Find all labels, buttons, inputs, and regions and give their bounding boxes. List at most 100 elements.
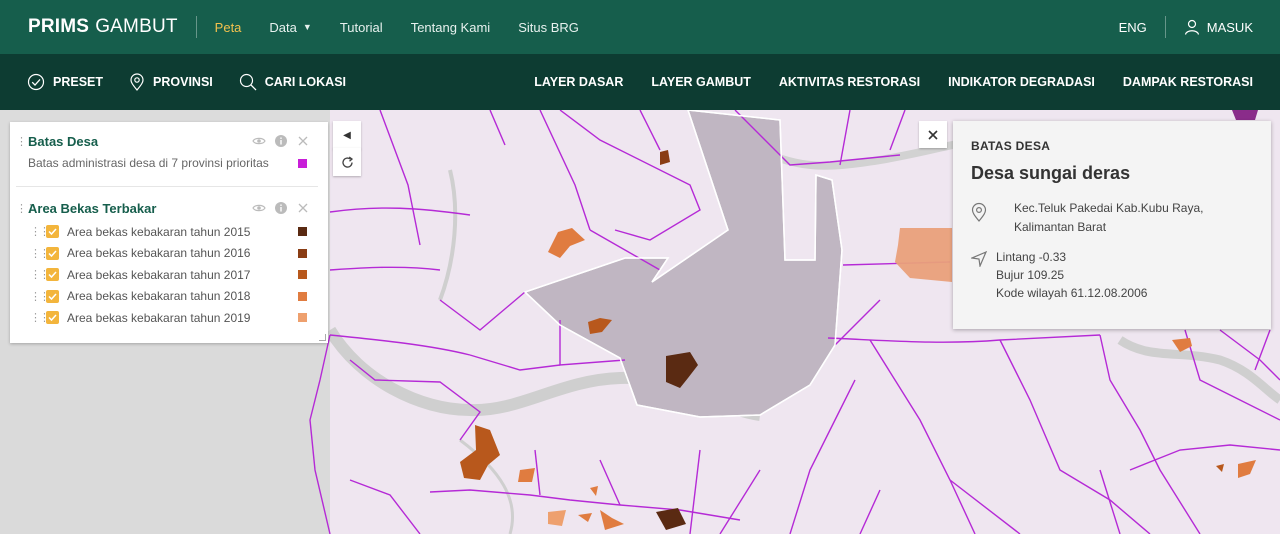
checkmark-icon	[48, 271, 57, 279]
navigation-arrow-icon	[969, 249, 996, 301]
legend-item-2019: ⋮⋮ Area bekas kebakaran tahun 2019	[30, 307, 318, 329]
checkbox-2016[interactable]	[46, 246, 59, 260]
checkbox-2015[interactable]	[46, 225, 59, 239]
search-icon	[239, 73, 257, 91]
language-toggle[interactable]: ENG	[1119, 20, 1147, 35]
close-info-button[interactable]	[919, 121, 947, 148]
legend-group-batas-desa: ⋮⋮ Batas Desa Batas administrasi desa di…	[10, 122, 328, 187]
legend-title: Batas Desa	[28, 133, 99, 149]
legend-item-2016: ⋮⋮ Area bekas kebakaran tahun 2016	[30, 243, 318, 265]
preset-button[interactable]: PRESET	[27, 73, 103, 91]
info-title: Desa sungai deras	[971, 163, 1131, 183]
main-nav: Peta Data ▼ Tutorial Tentang Kami Situs …	[215, 20, 579, 35]
login-label: MASUK	[1206, 19, 1253, 35]
tool-navbar: PRESET PROVINSI CARI LOKASI LAYER DASAR …	[0, 54, 1280, 110]
info-icon[interactable]	[274, 201, 288, 215]
legend-title: Area Bekas Terbakar	[28, 200, 157, 216]
location-pin-icon	[971, 200, 996, 235]
info-icon[interactable]	[274, 134, 288, 148]
color-swatch	[298, 158, 307, 168]
tab-layer-dasar[interactable]: LAYER DASAR	[534, 75, 623, 89]
checkmark-icon	[48, 293, 57, 300]
top-right-controls: ENG MASUK	[1119, 16, 1253, 38]
legend-item-label: Area bekas kebakaran tahun 2015	[67, 224, 251, 239]
drag-handle-icon[interactable]: ⋮⋮	[30, 268, 50, 281]
login-button[interactable]: MASUK	[1184, 19, 1253, 35]
info-longitude: Bujur 109.25	[996, 268, 1065, 282]
checkmark-icon	[48, 314, 57, 322]
top-navbar: PRIMS GAMBUT Peta Data ▼ Tutorial Tentan…	[0, 0, 1280, 54]
info-panel: BATAS DESA Desa sungai deras Kec.Teluk P…	[953, 121, 1271, 329]
info-address-line2: Kalimantan Barat	[1014, 220, 1107, 234]
legend-actions	[252, 201, 310, 215]
color-swatch	[298, 270, 307, 280]
legend-item-label: Area bekas kebakaran tahun 2018	[67, 289, 251, 304]
preset-label: PRESET	[53, 75, 104, 89]
checkbox-2018[interactable]	[46, 289, 59, 303]
legend-actions	[252, 134, 310, 148]
nav-data-label: Data	[269, 19, 297, 35]
drag-handle-icon[interactable]: ⋮⋮	[30, 290, 50, 303]
checkmark-icon	[48, 250, 57, 257]
legend-item-label: Area bekas kebakaran tahun 2017	[67, 267, 251, 282]
close-icon[interactable]	[296, 134, 310, 148]
color-swatch	[298, 313, 307, 323]
nav-tentang-kami[interactable]: Tentang Kami	[411, 20, 491, 35]
drag-handle-icon[interactable]: ⋮⋮	[30, 225, 50, 238]
checkbox-2019[interactable]	[46, 311, 59, 325]
refresh-button[interactable]	[333, 148, 361, 176]
refresh-icon	[341, 155, 353, 168]
legend-panel: ⋮⋮ Batas Desa Batas administrasi desa di…	[10, 122, 328, 343]
drag-handle-icon[interactable]: ⋮⋮	[16, 202, 36, 215]
nav-situs-brg[interactable]: Situs BRG	[518, 20, 579, 35]
resize-handle-icon[interactable]	[319, 334, 326, 341]
info-address-line1: Kec.Teluk Pakedai Kab.Kubu Raya,	[1014, 201, 1204, 215]
eye-icon[interactable]	[252, 134, 266, 148]
brand-logo[interactable]: PRIMS GAMBUT	[28, 16, 178, 38]
tab-dampak-restorasi[interactable]: DAMPAK RESTORASI	[1123, 75, 1253, 89]
nav-peta[interactable]: Peta	[215, 20, 242, 35]
info-latitude: Lintang -0.33	[996, 250, 1067, 264]
tab-indikator-degradasi[interactable]: INDIKATOR DEGRADASI	[948, 75, 1095, 89]
chevron-left-icon: ◀	[343, 129, 351, 141]
info-address: Kec.Teluk Pakedai Kab.Kubu Raya, Kaliman…	[996, 200, 1203, 235]
tab-layer-gambut[interactable]: LAYER GAMBUT	[651, 75, 751, 89]
legend-item-label: Area bekas kebakaran tahun 2016	[67, 246, 251, 261]
legend-item-2015: ⋮⋮ Area bekas kebakaran tahun 2015	[30, 221, 318, 243]
close-icon[interactable]	[296, 201, 310, 215]
nav-tutorial[interactable]: Tutorial	[340, 20, 383, 35]
legend-description-row: Batas administrasi desa di 7 provinsi pr…	[28, 154, 318, 172]
color-swatch	[298, 248, 307, 258]
legend-item-2018: ⋮⋮ Area bekas kebakaran tahun 2018	[30, 286, 318, 308]
close-icon	[928, 129, 938, 140]
collapse-legend-button[interactable]: ◀	[333, 121, 361, 149]
tool-nav-left: PRESET PROVINSI CARI LOKASI	[27, 73, 346, 91]
legend-header: ⋮⋮ Batas Desa	[16, 132, 318, 150]
info-region-code: Kode wilayah 61.12.08.2006	[996, 286, 1148, 300]
cari-lokasi-label: CARI LOKASI	[264, 75, 347, 89]
caret-down-icon: ▼	[302, 22, 312, 32]
tab-aktivitas-restorasi[interactable]: AKTIVITAS RESTORASI	[779, 75, 920, 89]
drag-handle-icon[interactable]: ⋮⋮	[30, 247, 50, 260]
brand-light: GAMBUT	[95, 16, 178, 37]
color-swatch	[298, 291, 307, 301]
map-pin-icon	[130, 73, 144, 91]
nav-data[interactable]: Data ▼	[269, 20, 311, 35]
brand-bold: PRIMS	[28, 16, 90, 37]
info-address-row: Kec.Teluk Pakedai Kab.Kubu Raya, Kaliman…	[971, 200, 1253, 235]
provinsi-button[interactable]: PROVINSI	[129, 73, 213, 91]
info-coordinates-row: Lintang -0.33 Bujur 109.25 Kode wilayah …	[969, 249, 1253, 301]
cari-lokasi-button[interactable]: CARI LOKASI	[239, 73, 346, 91]
tool-nav-right: LAYER DASAR LAYER GAMBUT AKTIVITAS RESTO…	[534, 75, 1253, 89]
eye-icon[interactable]	[252, 201, 266, 215]
info-coordinates: Lintang -0.33 Bujur 109.25 Kode wilayah …	[996, 249, 1147, 301]
checkbox-2017[interactable]	[46, 268, 59, 282]
divider	[1164, 16, 1166, 38]
divider	[195, 16, 197, 38]
legend-header: ⋮⋮ Area Bekas Terbakar	[16, 199, 318, 217]
legend-items: ⋮⋮ Area bekas kebakaran tahun 2015 ⋮⋮ Ar…	[16, 221, 318, 329]
color-swatch	[298, 227, 307, 237]
check-circle-icon	[27, 73, 45, 91]
drag-handle-icon[interactable]: ⋮⋮	[16, 135, 36, 148]
drag-handle-icon[interactable]: ⋮⋮	[30, 311, 50, 324]
